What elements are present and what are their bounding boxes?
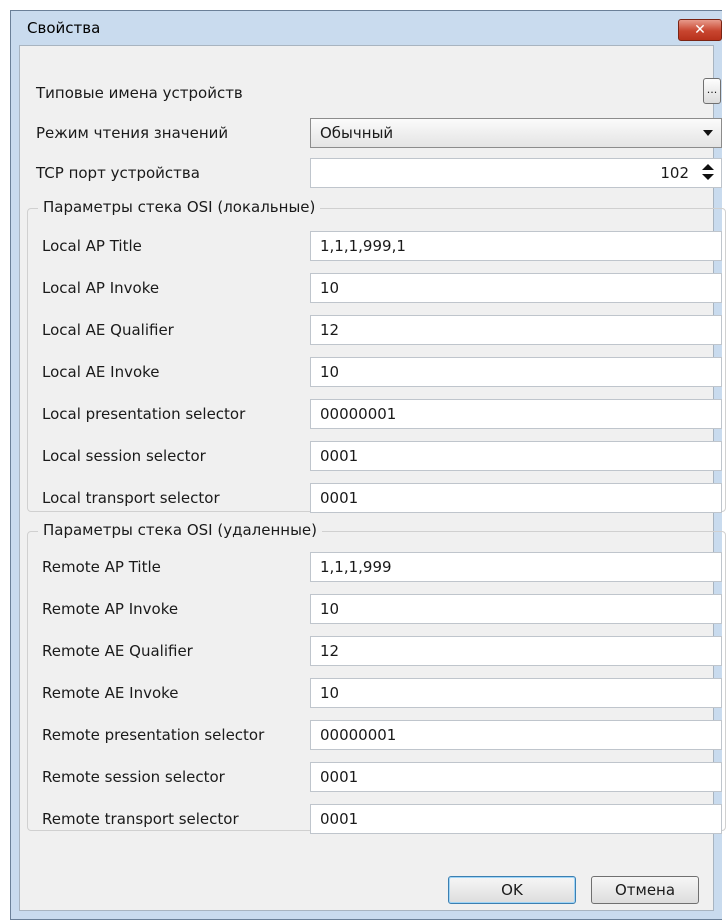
local-osi-legend: Параметры стека OSI (локальные) <box>38 198 321 216</box>
remote-ae-qualifier-label: Remote AE Qualifier <box>42 642 193 660</box>
local-ap-title-input[interactable]: 1,1,1,999,1 <box>310 231 722 261</box>
local-session-selector-label: Local session selector <box>42 447 206 465</box>
properties-dialog: Свойства ✕ Типовые имена устройств ... Р… <box>10 10 726 920</box>
remote-ae-invoke-input[interactable]: 10 <box>310 678 722 708</box>
local-ap-invoke-input[interactable]: 10 <box>310 273 722 303</box>
window-title: Свойства <box>27 19 101 37</box>
remote-presentation-selector-label: Remote presentation selector <box>42 726 265 744</box>
local-session-selector-input[interactable]: 0001 <box>310 441 722 471</box>
read-mode-select[interactable]: Обычный <box>310 118 722 148</box>
local-ae-qualifier-label: Local AE Qualifier <box>42 321 174 339</box>
local-ae-invoke-label: Local AE Invoke <box>42 363 160 381</box>
local-ae-invoke-input[interactable]: 10 <box>310 357 722 387</box>
remote-ae-invoke-label: Remote AE Invoke <box>42 684 179 702</box>
remote-ap-title-input[interactable]: 1,1,1,999 <box>310 552 722 582</box>
remote-osi-legend: Параметры стека OSI (удаленные) <box>38 521 322 539</box>
remote-ap-title-label: Remote AP Title <box>42 558 161 576</box>
tcp-port-value[interactable]: 102 <box>660 159 689 187</box>
remote-transport-selector-label: Remote transport selector <box>42 810 239 828</box>
local-ap-invoke-label: Local AP Invoke <box>42 279 160 297</box>
ok-button[interactable]: OK <box>448 876 576 904</box>
cancel-button[interactable]: Отмена <box>591 876 699 904</box>
local-presentation-selector-label: Local presentation selector <box>42 405 246 423</box>
remote-ap-invoke-input[interactable]: 10 <box>310 594 722 624</box>
remote-ap-invoke-label: Remote AP Invoke <box>42 600 179 618</box>
tcp-port-spinner[interactable]: 102 <box>310 158 722 188</box>
close-icon: ✕ <box>694 22 706 38</box>
close-button[interactable]: ✕ <box>678 19 722 41</box>
device-names-label: Типовые имена устройств <box>36 84 243 102</box>
local-ap-title-label: Local AP Title <box>42 237 142 255</box>
remote-session-selector-label: Remote session selector <box>42 768 225 786</box>
remote-transport-selector-input[interactable]: 0001 <box>310 804 722 834</box>
local-ae-qualifier-input[interactable]: 12 <box>310 315 722 345</box>
local-presentation-selector-input[interactable]: 00000001 <box>310 399 722 429</box>
local-transport-selector-label: Local transport selector <box>42 489 220 507</box>
remote-ae-qualifier-input[interactable]: 12 <box>310 636 722 666</box>
tcp-port-label: TCP порт устройства <box>36 164 200 182</box>
spinner-up-icon[interactable] <box>702 164 714 170</box>
local-transport-selector-input[interactable]: 0001 <box>310 483 722 513</box>
remote-session-selector-input[interactable]: 0001 <box>310 762 722 792</box>
title-bar[interactable]: Свойства ✕ <box>11 11 722 45</box>
read-mode-value: Обычный <box>320 124 394 142</box>
read-mode-label: Режим чтения значений <box>36 124 229 142</box>
dialog-body: Типовые имена устройств ... Режим чтения… <box>19 45 726 911</box>
spinner-arrows-icon[interactable] <box>701 163 715 183</box>
remote-presentation-selector-input[interactable]: 00000001 <box>310 720 722 750</box>
spinner-down-icon[interactable] <box>702 174 714 180</box>
chevron-down-icon[interactable] <box>703 130 713 136</box>
device-names-browse-button[interactable]: ... <box>703 78 721 104</box>
